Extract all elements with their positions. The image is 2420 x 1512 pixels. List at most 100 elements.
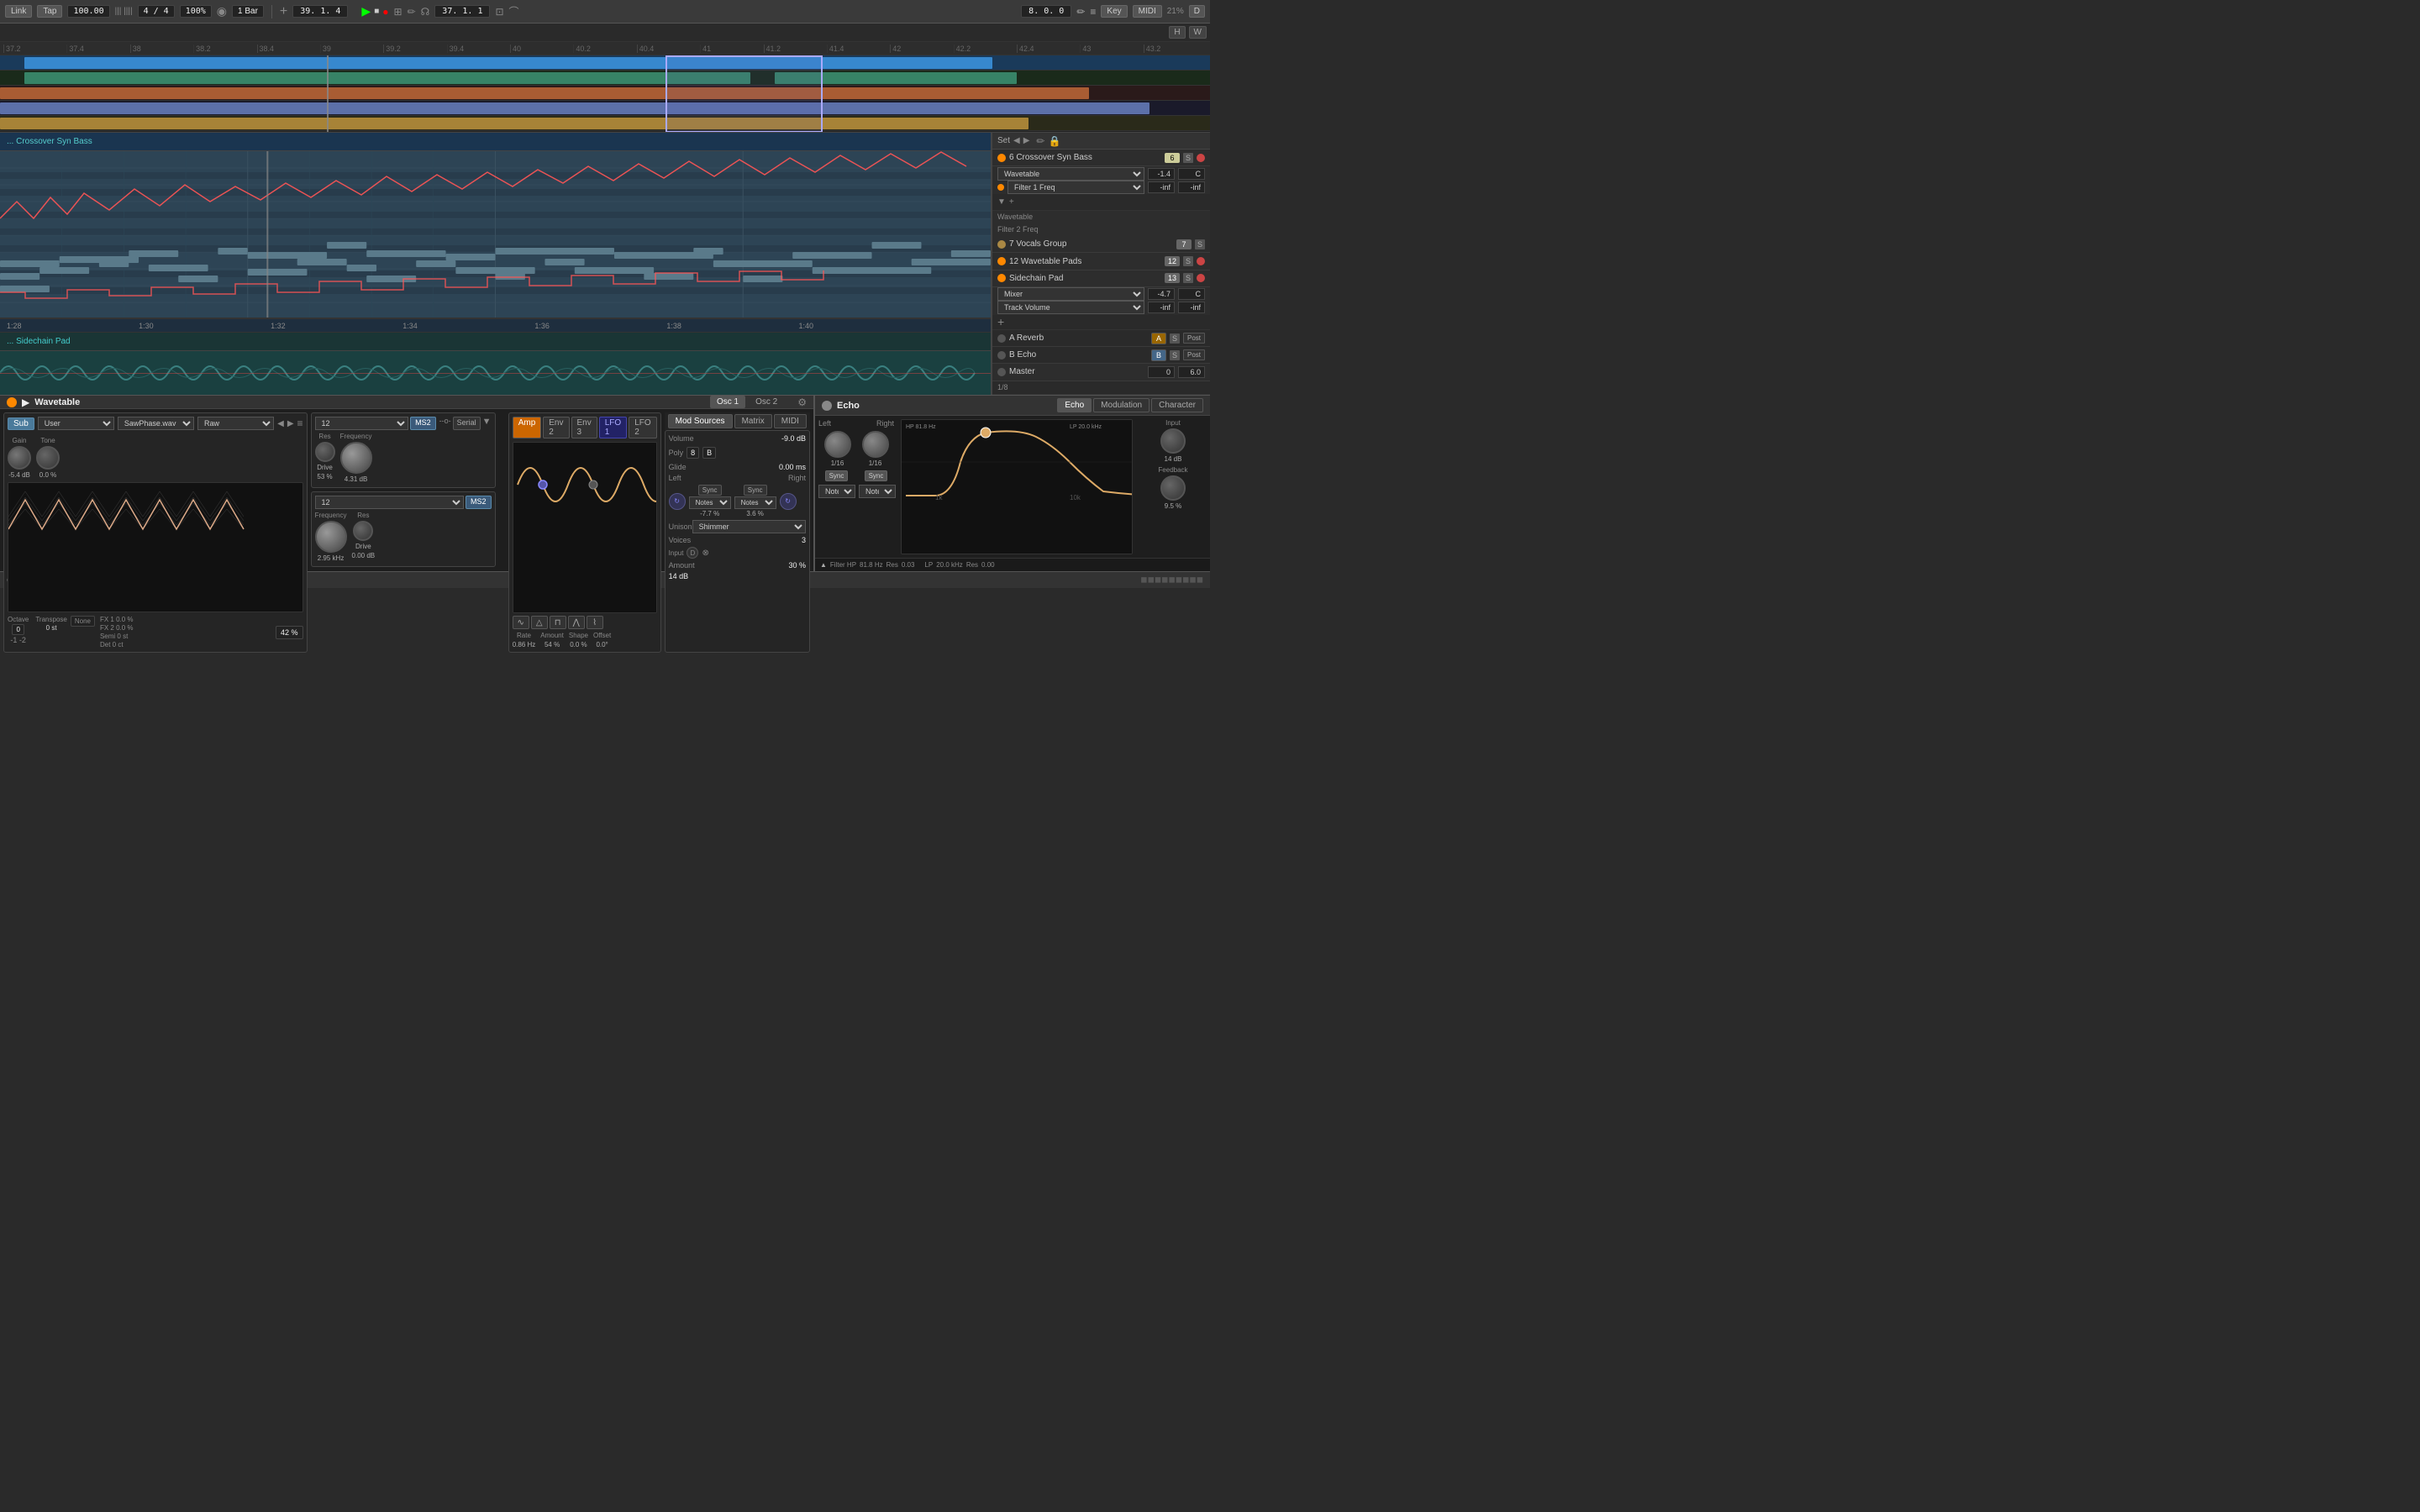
wavetable-select[interactable]: Wavetable <box>997 167 1144 181</box>
add-icon[interactable]: + <box>280 4 287 19</box>
track-7-num[interactable]: 7 <box>1176 239 1192 249</box>
track-7-s-button[interactable]: S <box>1195 239 1205 249</box>
gain-knob[interactable] <box>8 446 31 470</box>
echo-power[interactable] <box>822 401 832 411</box>
user-select[interactable]: User <box>38 417 114 430</box>
osc-prev-icon[interactable]: ◀ <box>277 419 284 428</box>
echo-left-sync-btn[interactable]: Sync <box>825 470 849 481</box>
return-a-btn[interactable]: A <box>1151 333 1166 344</box>
tap-button[interactable]: Tap <box>37 5 62 18</box>
return-b-btn[interactable]: B <box>1151 349 1166 361</box>
wavetable-pan[interactable]: C <box>1178 168 1205 180</box>
track-6-num[interactable]: 6 <box>1165 153 1180 163</box>
env2-tab[interactable]: Env 2 <box>543 417 569 438</box>
lock-icon[interactable]: 🔒 <box>1048 135 1060 147</box>
sine-shape-btn[interactable]: ∿ <box>513 616 529 629</box>
osc-next-icon[interactable]: ▶ <box>287 419 294 428</box>
link-button[interactable]: Link <box>5 5 32 18</box>
master-pan[interactable]: 6.0 <box>1178 366 1205 378</box>
pencil-icon2[interactable]: ✏ <box>1076 6 1085 18</box>
piano-roll[interactable] <box>0 151 991 319</box>
wavetable-val[interactable]: -1.4 <box>1148 168 1175 180</box>
echo-filter-res-val[interactable]: 0.03 <box>902 561 915 569</box>
echo-left-knob[interactable] <box>824 431 851 458</box>
notes-select-left[interactable]: Notes <box>689 496 731 509</box>
lfo2-tab[interactable]: LFO 2 <box>629 417 656 438</box>
f1-freq-knob[interactable] <box>340 442 372 474</box>
square-shape-btn[interactable]: ⊓ <box>550 616 566 629</box>
tone-knob[interactable] <box>36 446 60 470</box>
play-button[interactable]: ▶ <box>361 4 371 18</box>
osc-percent[interactable]: 42 % <box>276 626 303 639</box>
record-button[interactable]: ● <box>382 6 388 18</box>
echo-feedback-knob[interactable] <box>1160 475 1186 501</box>
matrix-tab[interactable]: Matrix <box>734 414 772 428</box>
volume-val[interactable]: -9.0 dB <box>781 434 806 443</box>
sync-btn-left[interactable]: Sync <box>698 485 722 496</box>
edit-icon[interactable]: ✏ <box>1036 135 1044 147</box>
tri-shape-btn[interactable]: △ <box>531 616 548 629</box>
echo-filter-hp-val[interactable]: 81.8 Hz <box>860 561 883 569</box>
sync-btn-right[interactable]: Sync <box>744 485 767 496</box>
add-automation-icon[interactable]: + <box>997 315 1004 328</box>
time-sig[interactable]: 4 / 4 <box>138 5 175 18</box>
echo-right-knob[interactable] <box>862 431 889 458</box>
follow-label[interactable]: 1 Bar <box>232 5 264 18</box>
none-label[interactable]: None <box>71 616 95 627</box>
return-b-s[interactable]: S <box>1170 350 1180 360</box>
notes-select-right[interactable]: Notes <box>734 496 776 509</box>
stop-button[interactable]: ■ <box>374 7 379 16</box>
arrow-right-icon[interactable]: ▶ <box>1023 136 1030 145</box>
osc-menu-icon[interactable]: ≡ <box>297 417 303 429</box>
wave-select[interactable]: SawPhase.wav <box>118 417 194 430</box>
wavetable-power[interactable] <box>7 397 17 407</box>
amp-tab[interactable]: Amp <box>513 417 542 438</box>
filter1-arrow[interactable]: ▼ <box>482 417 492 430</box>
ms2-tab1[interactable]: MS2 <box>410 417 436 430</box>
settings-icon[interactable]: ⚙ <box>797 396 807 408</box>
midi-tab[interactable]: MIDI <box>774 414 807 428</box>
position-display[interactable]: 39. 1. 4 <box>292 5 348 18</box>
echo-input-knob[interactable] <box>1160 428 1186 454</box>
track-6-s-button[interactable]: S <box>1183 153 1193 163</box>
echo-right-sync-btn[interactable]: Sync <box>865 470 888 481</box>
echo-right-notes[interactable]: Notes <box>859 485 896 498</box>
filter1-serial-label[interactable]: Serial <box>453 417 481 430</box>
glide-val[interactable]: 0.00 ms <box>779 463 806 471</box>
track-12-r-button[interactable] <box>1197 257 1205 265</box>
echo-filter-lp-val[interactable]: 20.0 kHz <box>936 561 963 569</box>
f2-freq-knob[interactable] <box>315 521 347 553</box>
mixer-pan[interactable]: C <box>1178 288 1205 300</box>
return-b-post[interactable]: Post <box>1183 349 1205 360</box>
track-13-r-button[interactable] <box>1197 274 1205 282</box>
echo-left-notes[interactable]: Notes <box>818 485 855 498</box>
track-12-num[interactable]: 12 <box>1165 256 1180 266</box>
return-a-post[interactable]: Post <box>1183 333 1205 344</box>
filter-freq-select[interactable]: Filter 1 Freq <box>1007 181 1144 194</box>
raw-select[interactable]: Raw <box>197 417 274 430</box>
sub-tab[interactable]: Sub <box>8 417 34 430</box>
track-13-s-button[interactable]: S <box>1183 273 1193 283</box>
voices-val[interactable]: 3 <box>802 536 806 544</box>
wavetable-osc2-tab[interactable]: Osc 2 <box>749 396 784 408</box>
echo-tab[interactable]: Echo <box>1057 398 1092 412</box>
track-6-r-button[interactable] <box>1197 154 1205 162</box>
track-vol-select[interactable]: Track Volume <box>997 301 1144 314</box>
ms2-tab2[interactable]: MS2 <box>466 496 492 509</box>
wavetable-osc1-tab[interactable]: Osc 1 <box>710 396 745 408</box>
ramp-shape-btn[interactable]: ⌇ <box>587 616 603 629</box>
bpm-display[interactable]: 100.00 <box>67 5 109 18</box>
zoom-pct[interactable]: 100% <box>180 5 212 18</box>
wavetable-play-icon[interactable]: ▶ <box>22 396 29 408</box>
mod-sources-tab[interactable]: Mod Sources <box>668 414 733 428</box>
d-button[interactable]: D <box>1189 5 1205 18</box>
poly-val[interactable]: 8 <box>687 447 699 459</box>
master-vol[interactable]: 0 <box>1148 366 1175 378</box>
lfo1-tab[interactable]: LFO 1 <box>599 417 627 438</box>
saw-shape-btn[interactable]: ⋀ <box>568 616 585 629</box>
pencil-icon[interactable]: ✏ <box>408 6 416 18</box>
expand-up-icon[interactable]: + <box>1009 197 1014 207</box>
loop-display[interactable]: 37. 1. 1 <box>434 5 490 18</box>
character-tab[interactable]: Character <box>1151 398 1203 412</box>
filter2-select[interactable]: 12 <box>315 496 464 509</box>
